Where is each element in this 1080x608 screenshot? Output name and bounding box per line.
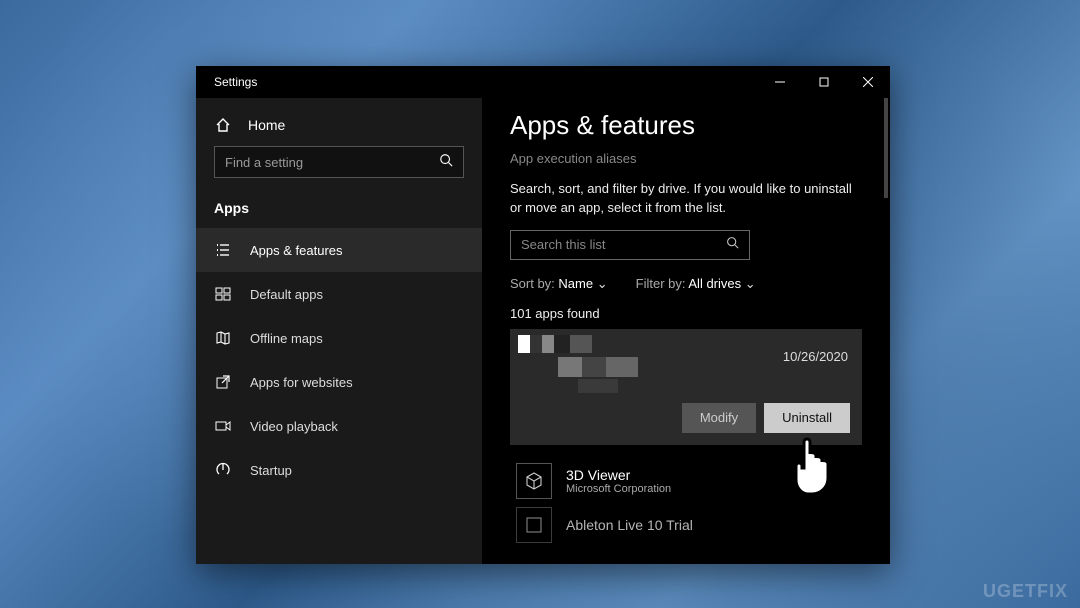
sort-value: Name: [558, 276, 593, 291]
app-row[interactable]: 3D Viewer Microsoft Corporation: [510, 455, 862, 507]
content-pane: Apps & features App execution aliases Se…: [482, 98, 890, 564]
map-icon: [214, 329, 232, 347]
app-icon-generic: [516, 507, 552, 543]
sidebar-item-apps-websites[interactable]: Apps for websites: [196, 360, 482, 404]
sidebar-item-startup[interactable]: Startup: [196, 448, 482, 492]
list-icon: [214, 241, 232, 259]
search-icon: [726, 236, 739, 254]
sidebar-item-default-apps[interactable]: Default apps: [196, 272, 482, 316]
startup-icon: [214, 461, 232, 479]
app-meta: Ableton Live 10 Trial: [566, 517, 693, 533]
sidebar-item-offline-maps[interactable]: Offline maps: [196, 316, 482, 360]
filter-label: Filter by:: [636, 276, 686, 291]
app-row[interactable]: Ableton Live 10 Trial: [510, 507, 862, 551]
search-list-box[interactable]: [510, 230, 750, 260]
sidebar: Home Apps Apps & features: [196, 98, 482, 564]
sidebar-item-video-playback[interactable]: Video playback: [196, 404, 482, 448]
watermark: UGETFIX: [983, 581, 1068, 602]
sidebar-item-label: Offline maps: [250, 331, 323, 346]
sidebar-item-label: Startup: [250, 463, 292, 478]
sidebar-search: [196, 146, 482, 192]
page-title: Apps & features: [510, 110, 862, 141]
sidebar-item-label: Apps for websites: [250, 375, 353, 390]
home-icon: [214, 116, 232, 134]
scrollbar[interactable]: [884, 98, 888, 198]
nav-home[interactable]: Home: [196, 106, 482, 146]
titlebar: Settings: [196, 66, 890, 98]
chevron-down-icon: ⌄: [745, 276, 756, 291]
modify-button: Modify: [682, 403, 756, 433]
titlebar-controls: [758, 66, 890, 98]
search-box[interactable]: [214, 146, 464, 178]
settings-window: Settings Home: [196, 66, 890, 564]
sort-label: Sort by:: [510, 276, 555, 291]
app-icon-3d-viewer: [516, 463, 552, 499]
sidebar-item-label: Video playback: [250, 419, 338, 434]
blurred-app-name: [518, 335, 698, 393]
filters-row: Sort by: Name ⌄ Filter by: All drives ⌄: [510, 276, 862, 292]
search-input[interactable]: [225, 155, 439, 170]
maximize-button[interactable]: [802, 66, 846, 98]
search-icon: [439, 153, 453, 172]
app-meta: 3D Viewer Microsoft Corporation: [566, 467, 671, 495]
sidebar-item-label: Default apps: [250, 287, 323, 302]
sidebar-item-label: Apps & features: [250, 243, 343, 258]
apps-count: 101 apps found: [510, 306, 862, 321]
description-text: Search, sort, and filter by drive. If yo…: [510, 180, 862, 218]
video-icon: [214, 417, 232, 435]
app-publisher: Microsoft Corporation: [566, 483, 671, 495]
open-external-icon: [214, 373, 232, 391]
app-name: Ableton Live 10 Trial: [566, 517, 693, 533]
minimize-button[interactable]: [758, 66, 802, 98]
window-body: Home Apps Apps & features: [196, 98, 890, 564]
app-date: 10/26/2020: [783, 349, 848, 364]
sort-by-control[interactable]: Sort by: Name ⌄: [510, 276, 608, 292]
search-list-input[interactable]: [521, 237, 726, 252]
card-actions: Modify Uninstall: [682, 403, 850, 433]
app-execution-aliases-link[interactable]: App execution aliases: [510, 151, 862, 166]
filter-by-control[interactable]: Filter by: All drives ⌄: [636, 276, 756, 292]
sidebar-item-apps-features[interactable]: Apps & features: [196, 228, 482, 272]
filter-value: All drives: [688, 276, 741, 291]
chevron-down-icon: ⌄: [597, 276, 608, 291]
defaults-icon: [214, 285, 232, 303]
nav-home-label: Home: [248, 117, 285, 133]
selected-app-card[interactable]: 10/26/2020 Modify Uninstall: [510, 329, 862, 445]
sidebar-section-header: Apps: [196, 192, 482, 228]
nav-list: Apps & features Default apps Offline map…: [196, 228, 482, 492]
close-button[interactable]: [846, 66, 890, 98]
app-name: 3D Viewer: [566, 467, 671, 483]
uninstall-button[interactable]: Uninstall: [764, 403, 850, 433]
window-title: Settings: [214, 75, 257, 89]
